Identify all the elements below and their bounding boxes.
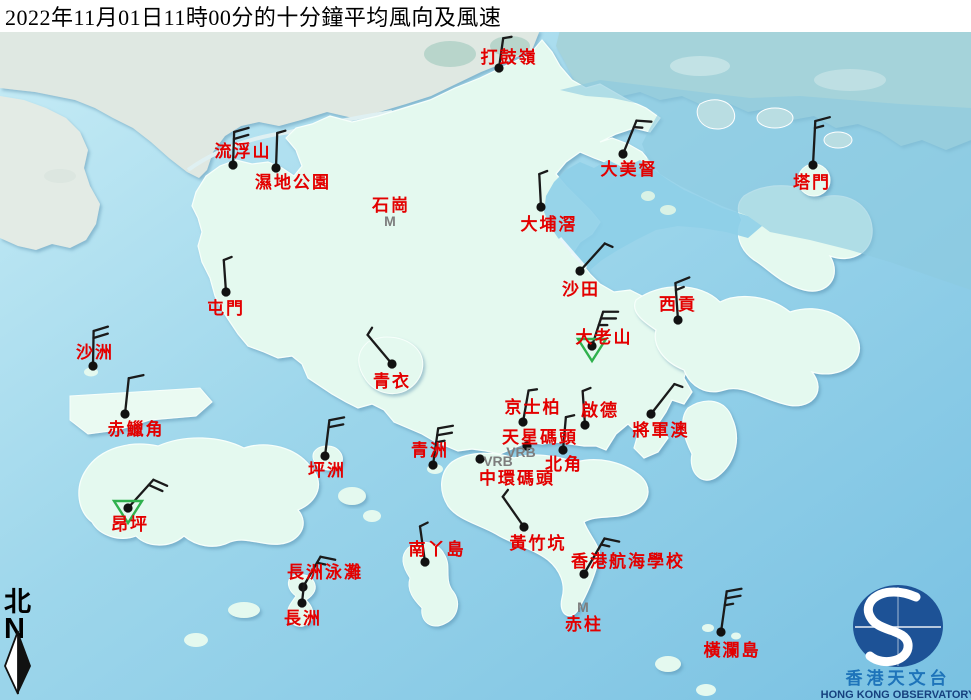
station-label: 塔門 <box>793 172 831 192</box>
map-islet-2 <box>696 684 716 696</box>
missing-data-marker: M <box>577 599 589 615</box>
station-dot <box>673 315 682 324</box>
station-label: 濕地公園 <box>255 172 331 192</box>
station-4: M <box>384 213 396 229</box>
station-label: 長洲 <box>284 609 322 628</box>
station-label: 赤鱲角 <box>108 419 165 439</box>
missing-data-marker: M <box>384 213 396 229</box>
station-label: 南丫島 <box>409 539 466 559</box>
station-label: 青洲 <box>411 440 449 460</box>
station-dot <box>575 266 584 275</box>
station-dot <box>580 420 589 429</box>
map-title: 2022年11月01日11時00分的十分鐘平均風向及風速 <box>0 0 501 32</box>
map-islet-1 <box>363 510 381 522</box>
station-dot <box>536 202 545 211</box>
station-dot <box>716 627 725 636</box>
wind-barb-full <box>636 121 651 122</box>
station-label: 沙洲 <box>76 343 114 362</box>
station-label: 啟德 <box>581 400 619 420</box>
wind-barb-half <box>725 604 733 605</box>
station-dot <box>428 460 437 469</box>
station-dot <box>228 160 237 169</box>
hko-logo-english-name: HONG KONG OBSERVATORY <box>821 689 971 700</box>
map-mirs-ridge-1 <box>670 56 730 76</box>
map-waglan-islet-2 <box>731 633 741 640</box>
title-bar: 2022年11月01日11時00分的十分鐘平均風向及風速 <box>0 0 971 32</box>
station-label: 坪洲 <box>308 461 346 480</box>
station-label: 西貢 <box>659 295 697 314</box>
station-dot <box>221 287 230 296</box>
station-label: 將軍澳 <box>633 420 690 440</box>
station-label: 石崗 <box>371 196 410 215</box>
station-29: M <box>577 599 589 615</box>
wind-barb-half <box>529 389 537 390</box>
map-deep-bay-islet <box>44 169 76 183</box>
station-label: 大美督 <box>601 159 658 179</box>
wind-barb-half <box>634 127 642 128</box>
station-dot <box>387 359 396 368</box>
station-label: 流浮山 <box>215 141 272 161</box>
station-label: 青衣 <box>373 371 411 391</box>
station-label: 長洲泳灘 <box>287 562 363 582</box>
map-waglan-islet-1 <box>702 624 714 632</box>
variable-wind-marker: VRB <box>483 453 513 469</box>
station-dot <box>297 598 306 607</box>
map-mirs-islet-1 <box>757 108 793 128</box>
map-shenzhen-hills-1 <box>424 41 476 67</box>
station-label: 打鼓嶺 <box>481 47 538 67</box>
map-crooked-island <box>697 100 734 129</box>
map-hei-ling-chau <box>338 487 366 505</box>
map-shek-kwu-chau <box>228 602 260 618</box>
station-label: 京士柏 <box>505 397 562 417</box>
map-tolo-islet-2 <box>660 205 676 215</box>
station-dot <box>123 503 132 512</box>
station-dot <box>618 149 627 158</box>
station-label: 香港航海學校 <box>571 551 685 571</box>
map-mirs-islet-2 <box>824 132 852 148</box>
station-dot <box>808 160 817 169</box>
station-label: 中環碼頭 <box>479 468 555 488</box>
station-dot <box>519 522 528 531</box>
station-dot <box>646 409 655 418</box>
station-label: 橫瀾島 <box>704 640 761 660</box>
station-label: 天星碼頭 <box>502 428 578 447</box>
wind-map-app: MVRBVRBM 打鼓嶺流浮山濕地公園石崗大美督塔門大埔滘沙田西貢大老山屯門沙洲… <box>0 0 971 700</box>
station-label: 大埔滘 <box>521 214 578 234</box>
station-dot <box>271 163 280 172</box>
station-label: 赤柱 <box>565 614 603 634</box>
map-soko-islands <box>184 633 208 647</box>
hong-kong-wind-map: MVRBVRBM 打鼓嶺流浮山濕地公園石崗大美督塔門大埔滘沙田西貢大老山屯門沙洲… <box>0 0 971 700</box>
station-label: 沙田 <box>562 280 600 299</box>
station-dot <box>320 451 329 460</box>
hko-logo-chinese-name: 香港天文台 <box>846 668 951 688</box>
wind-barb-staff <box>276 133 277 168</box>
station-dot <box>518 417 527 426</box>
wind-barb-half <box>503 37 511 38</box>
map-mirs-ridge-2 <box>814 69 886 91</box>
station-dot <box>120 409 129 418</box>
map-po-toi <box>655 656 681 672</box>
station-label: 黃竹坑 <box>509 533 567 553</box>
station-label: 屯門 <box>207 298 245 318</box>
map-tolo-islet-1 <box>641 191 655 201</box>
station-dot <box>88 361 97 370</box>
station-label: 昂坪 <box>111 515 149 534</box>
map-ma-wan <box>343 344 355 354</box>
station-label: 大老山 <box>576 327 633 347</box>
